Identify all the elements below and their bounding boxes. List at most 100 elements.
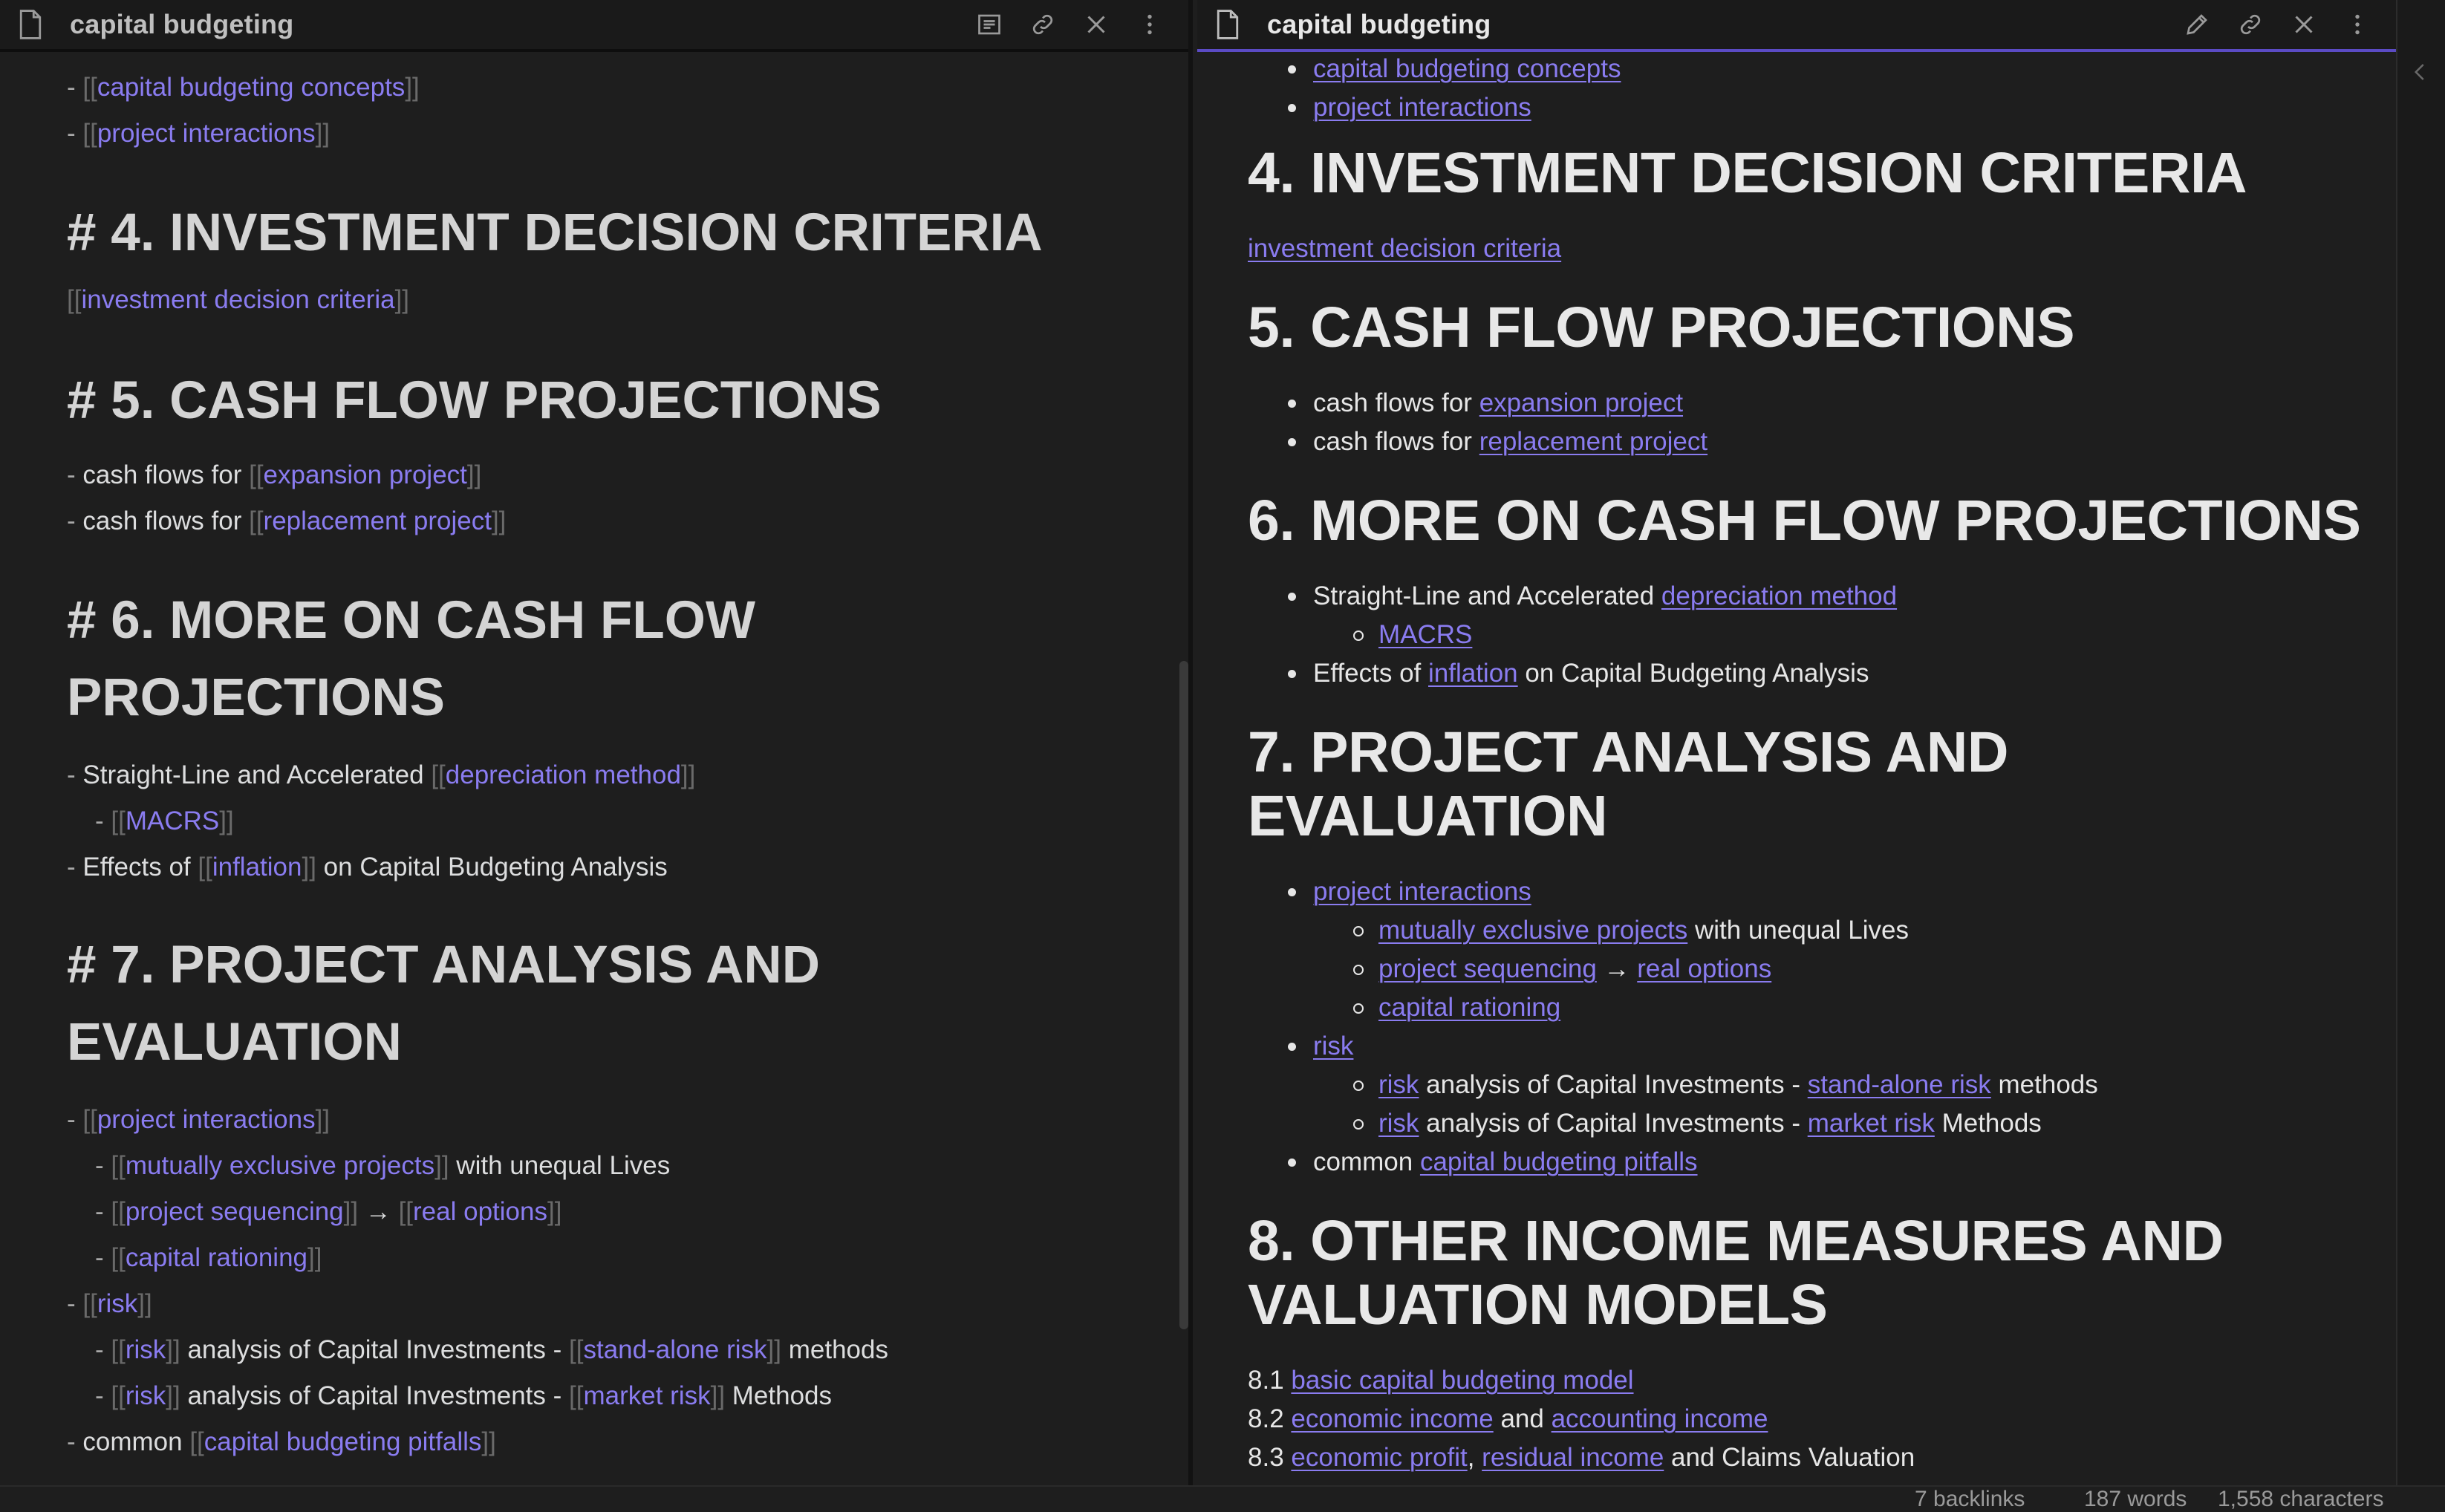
list-item: - [[risk]] analysis of Capital Investmen… (95, 1335, 888, 1364)
list-item: - [[project sequencing]] → [[real option… (95, 1197, 562, 1226)
close-icon[interactable] (2288, 8, 2320, 41)
wikilink[interactable]: expansion project (264, 460, 467, 489)
internal-link[interactable]: market risk (1808, 1109, 1935, 1138)
internal-link[interactable]: economic income (1291, 1404, 1493, 1433)
internal-link[interactable]: stand-alone risk (1808, 1070, 1991, 1099)
wikilink[interactable]: depreciation method (446, 760, 681, 789)
list-item: - Straight-Line and Accelerated [[deprec… (67, 760, 696, 789)
edit-icon[interactable] (2181, 8, 2213, 41)
list-item: project interactions (1288, 875, 1531, 909)
internal-link[interactable]: replacement project (1479, 427, 1707, 456)
link-icon[interactable] (2234, 8, 2267, 41)
list-item: - [[capital budgeting concepts]] (67, 73, 420, 102)
chevron-left-icon[interactable] (2409, 61, 2432, 83)
word-count: 187 words (2084, 1487, 2187, 1511)
heading-5: 5. CASH FLOW PROJECTIONS (1248, 296, 2075, 359)
internal-link[interactable]: mutually exclusive projects (1378, 916, 1687, 945)
list-item: - [[project interactions]] (67, 1105, 331, 1134)
internal-link[interactable]: expansion project (1479, 388, 1683, 417)
wikilink[interactable]: mutually exclusive projects (126, 1151, 434, 1180)
internal-link[interactable]: investment decision criteria (1248, 234, 1561, 263)
wikilink[interactable]: inflation (212, 853, 302, 882)
list-item: - [[mutually exclusive projects]] with u… (95, 1151, 671, 1180)
status-bar: 7 backlinks 187 words 1,558 characters (0, 1485, 2445, 1511)
paragraph-line: 8.3 economic profit, residual income and… (1248, 1443, 1915, 1472)
left-scrollbar[interactable] (1179, 661, 1188, 1329)
internal-link[interactable]: basic capital budgeting model (1291, 1366, 1633, 1395)
list-item: risk (1287, 1029, 1353, 1063)
internal-link[interactable]: capital budgeting pitfalls (1420, 1147, 1698, 1176)
list-item: risk analysis of Capital Investments - m… (1353, 1107, 2042, 1141)
left-pane-header: capital budgeting (0, 0, 1188, 52)
paragraph: investment decision criteria (1248, 232, 1561, 266)
wikilink[interactable]: risk (126, 1381, 166, 1410)
paragraph-line: 8.2 economic income and accounting incom… (1248, 1404, 1768, 1433)
wikilink[interactable]: capital budgeting pitfalls (204, 1427, 482, 1456)
list-item: cash flows for replacement project (1287, 425, 1707, 459)
internal-link[interactable]: accounting income (1552, 1404, 1768, 1433)
wikilink[interactable]: capital rationing (126, 1243, 307, 1272)
character-count: 1,558 characters (2218, 1487, 2384, 1511)
wikilink[interactable]: market risk (583, 1381, 710, 1410)
internal-link[interactable]: residual income (1482, 1443, 1664, 1472)
list-item: project sequencing → real options (1352, 952, 1771, 986)
more-options-icon[interactable] (1133, 8, 1166, 41)
reading-view-icon[interactable] (973, 8, 1006, 41)
internal-link[interactable]: capital rationing (1378, 993, 1560, 1022)
wikilink[interactable]: real options (413, 1197, 547, 1226)
wikilink[interactable]: stand-alone risk (583, 1335, 766, 1364)
internal-link[interactable]: real options (1637, 954, 1771, 983)
wikilink[interactable]: project interactions (97, 1105, 316, 1134)
heading-7: 7. PROJECT ANALYSIS AND (1248, 720, 2008, 784)
list-item: Straight-Line and Accelerated depreciati… (1287, 579, 1897, 613)
list-item: - common [[capital budgeting pitfalls]] (67, 1427, 496, 1456)
left-pane-title: capital budgeting (70, 9, 294, 39)
internal-link[interactable]: risk (1313, 1032, 1353, 1060)
internal-link[interactable]: capital budgeting concepts (1313, 54, 1621, 83)
heading-5: # 5. CASH FLOW PROJECTIONS (67, 371, 882, 430)
obsidian-window: capital budgeting - [[capital budgeting … (0, 0, 2445, 1511)
wikilink[interactable]: risk (97, 1289, 137, 1318)
right-pane-header: capital budgeting (1197, 0, 2396, 52)
heading-7-cont: EVALUATION (1248, 784, 1608, 848)
link-icon[interactable] (1026, 8, 1059, 41)
internal-link[interactable]: economic profit (1291, 1443, 1467, 1472)
list-item: capital rationing (1352, 991, 1560, 1025)
internal-link[interactable]: project sequencing (1378, 954, 1597, 983)
list-item: - [[project interactions]] (67, 119, 331, 148)
list-item: mutually exclusive projects with unequal… (1353, 913, 1909, 948)
heading-8: 8. OTHER INCOME MEASURES AND (1248, 1209, 2224, 1273)
internal-link[interactable]: risk (1378, 1070, 1419, 1099)
wikilink[interactable]: risk (126, 1335, 166, 1364)
backlinks-count[interactable]: 7 backlinks (1915, 1487, 2025, 1512)
paragraph-line: 8.1 basic capital budgeting model (1248, 1366, 1634, 1395)
list-item: [[investment decision criteria]] (67, 285, 410, 314)
wikilink[interactable]: project sequencing (126, 1197, 344, 1226)
list-item: capital budgeting concepts (1287, 52, 1621, 86)
list-item: MACRS (1352, 618, 1472, 652)
right-pane-title: capital budgeting (1267, 9, 1491, 39)
internal-link[interactable]: inflation (1428, 659, 1518, 688)
list-item: - Effects of [[inflation]] on Capital Bu… (67, 853, 668, 882)
list-item: - cash flows for [[replacement project]] (67, 506, 507, 535)
internal-link[interactable]: project interactions (1313, 877, 1531, 906)
internal-link[interactable]: depreciation method (1661, 581, 1897, 610)
list-item: - cash flows for [[expansion project]] (67, 460, 482, 489)
list-item: - [[risk]] (67, 1289, 152, 1318)
wikilink[interactable]: capital budgeting concepts (97, 73, 405, 102)
list-item: - [[risk]] analysis of Capital Investmen… (95, 1381, 833, 1410)
heading-6: 6. MORE ON CASH FLOW PROJECTIONS (1248, 489, 2361, 553)
wikilink[interactable]: investment decision criteria (81, 285, 394, 314)
list-item: - [[MACRS]] (95, 806, 234, 835)
list-item: project interactions (1288, 91, 1531, 125)
wikilink[interactable]: MACRS (126, 806, 219, 835)
internal-link[interactable]: risk (1378, 1109, 1419, 1138)
more-options-icon[interactable] (2341, 8, 2374, 41)
wikilink[interactable]: replacement project (264, 506, 492, 535)
internal-link[interactable]: MACRS (1378, 620, 1472, 649)
close-icon[interactable] (1080, 8, 1113, 41)
internal-link[interactable]: project interactions (1313, 93, 1531, 122)
wikilink[interactable]: project interactions (97, 119, 316, 148)
left-editor-pane: capital budgeting - [[capital budgeting … (0, 0, 1193, 1485)
heading-7: # 7. PROJECT ANALYSIS AND (67, 936, 820, 994)
